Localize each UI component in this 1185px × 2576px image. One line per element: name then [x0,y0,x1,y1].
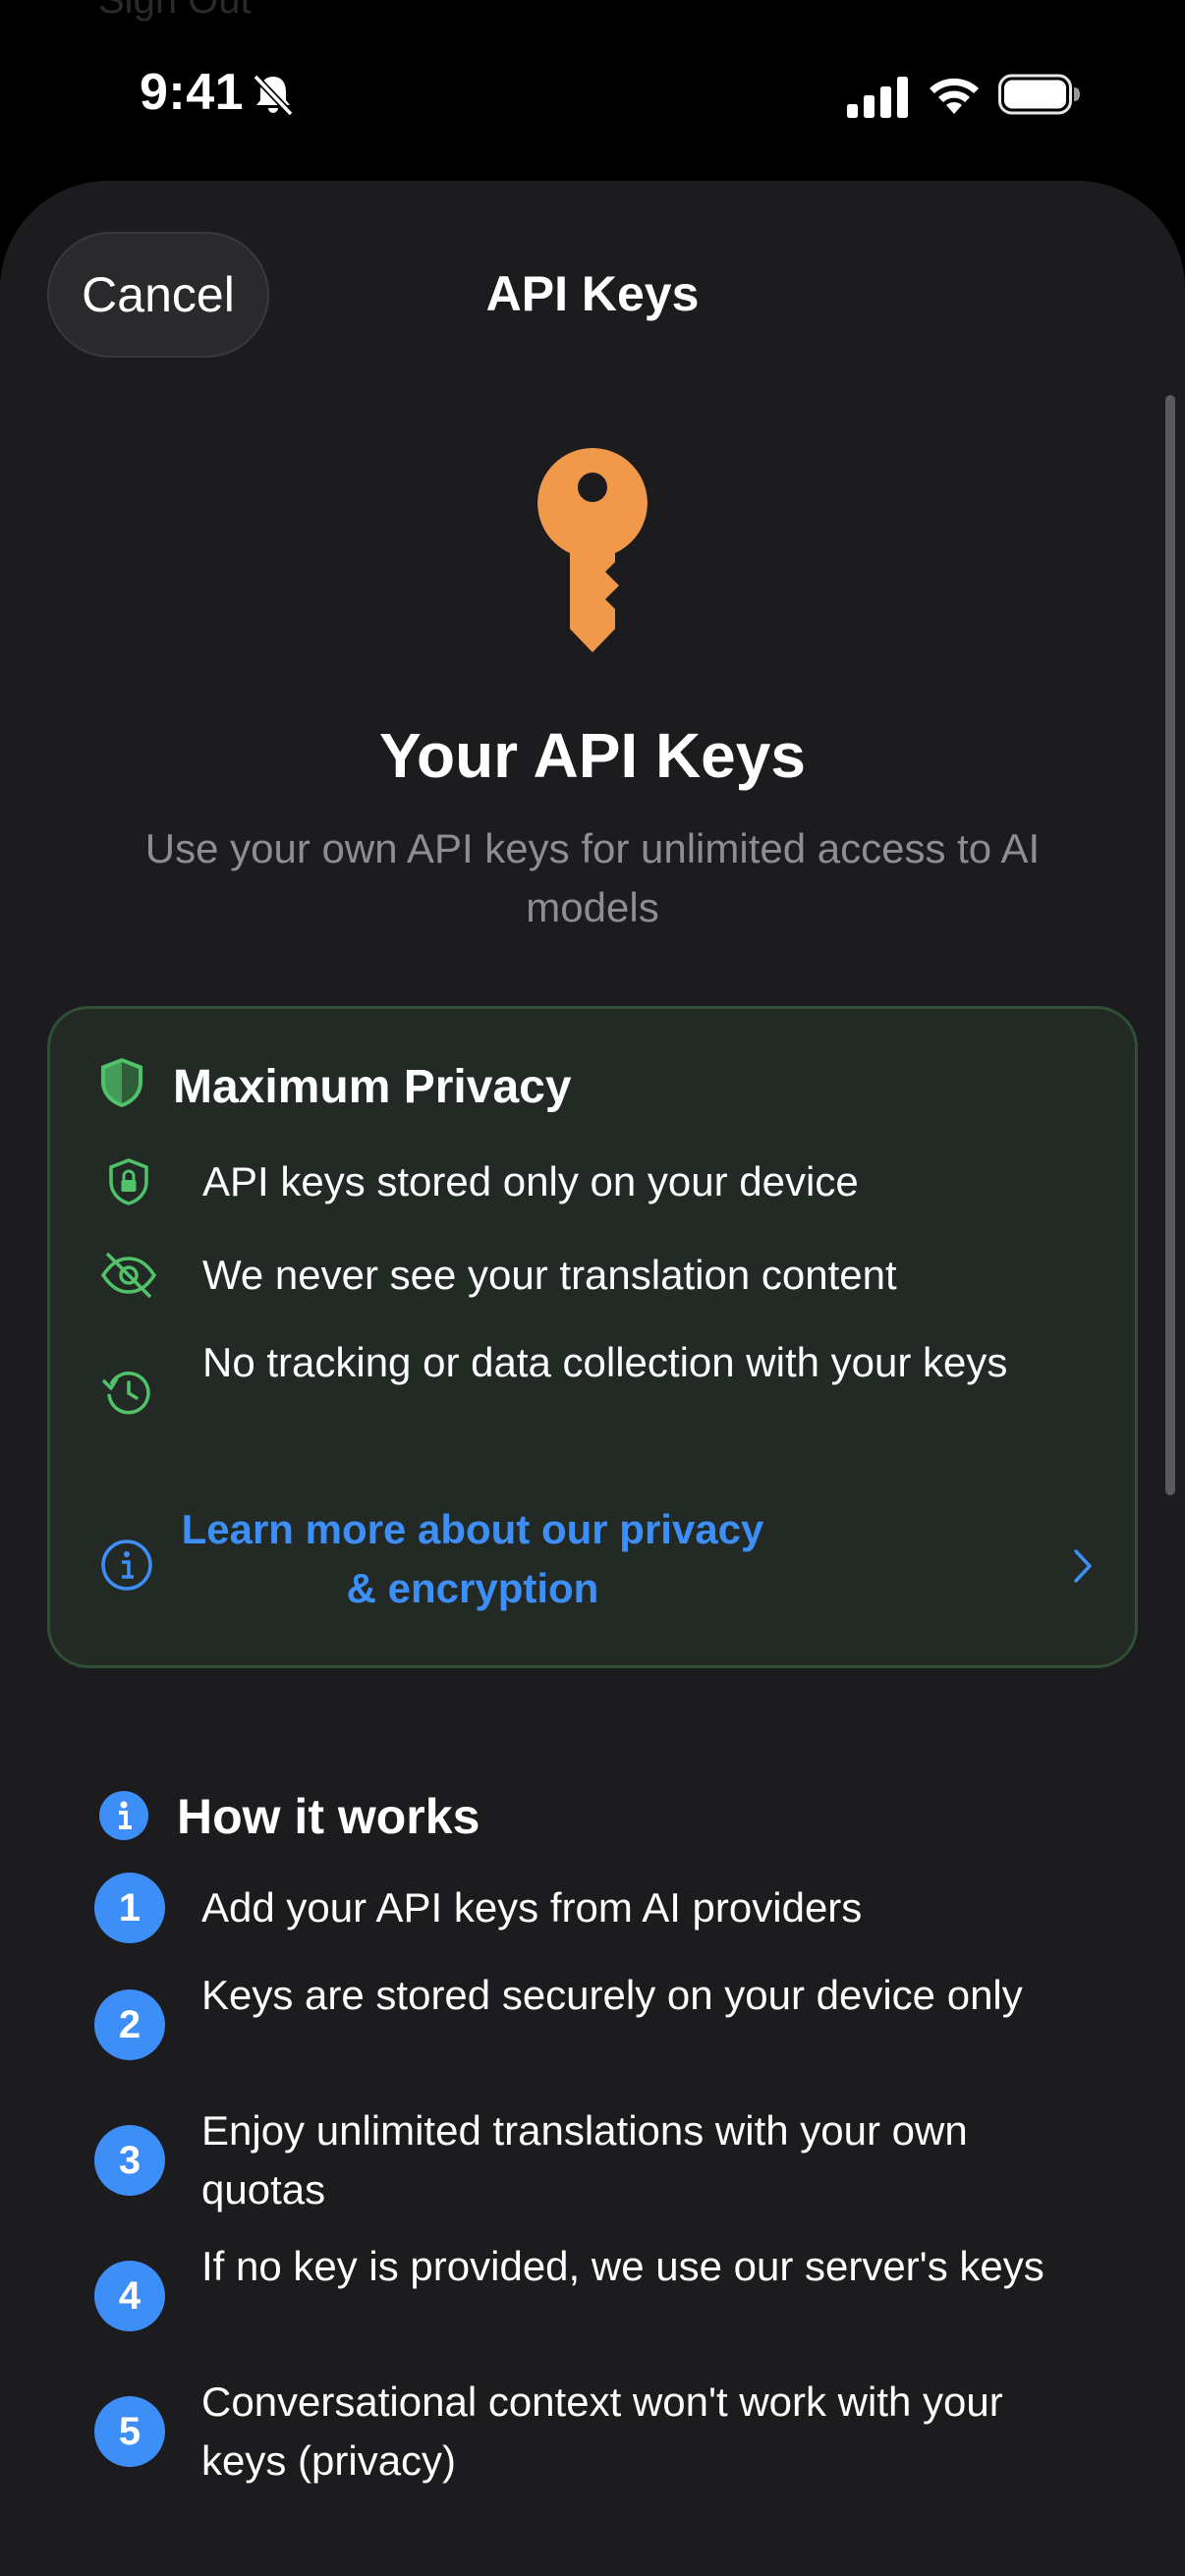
eye-slash-icon [100,1252,157,1299]
step-number-badge: 3 [94,2125,165,2196]
scrollbar[interactable] [1165,395,1175,1495]
how-it-works-title: How it works [177,1789,480,1844]
bell-slash-icon [253,74,294,117]
step-number-badge: 5 [94,2396,165,2467]
battery-icon [998,74,1080,115]
key-icon [537,448,648,652]
hero-subtitle: Use your own API keys for unlimited acce… [144,825,1041,930]
nav-title: API Keys [485,266,700,321]
step-text: Enjoy unlimited translations with your o… [201,2107,968,2212]
privacy-link-text[interactable]: Learn more about our privacy & encryptio… [178,1500,767,1618]
privacy-title: Maximum Privacy [173,1061,572,1113]
privacy-item-text: No tracking or data collection with your… [202,1339,1008,1385]
screen: Sign Out 9:41 Cancel API Keys Your API K… [0,0,1185,2576]
privacy-card: Maximum Privacy API keys stored only on … [47,1006,1138,1668]
step-number-badge: 1 [94,1873,165,1943]
step-number-badge: 2 [94,1989,165,2060]
clock-arrow-icon [101,1372,150,1415]
info-filled-icon [99,1791,148,1840]
privacy-item-text: We never see your translation content [202,1252,897,1298]
lock-shield-icon [109,1158,148,1205]
info-circle-icon [101,1540,152,1591]
step-text: Keys are stored securely on your device … [201,1972,1023,2018]
wifi-icon [930,78,979,114]
privacy-learn-more-link[interactable]: Learn more about our privacy & encryptio… [50,1500,1131,1628]
status-time: 9:41 [140,64,245,121]
shield-half-icon [101,1058,142,1107]
step-text: Conversational context won't work with y… [201,2379,1003,2484]
privacy-item-text: API keys stored only on your device [202,1158,859,1204]
hero-title: Your API Keys [379,720,806,791]
chevron-right-icon [1074,1549,1092,1583]
cellular-signal-icon [847,77,908,118]
step-text: If no key is provided, we use our server… [201,2243,1044,2289]
step-number-badge: 4 [94,2261,165,2331]
api-keys-sheet: Cancel API Keys Your API Keys Use your o… [0,181,1185,2576]
status-bar: 9:41 [0,0,1185,187]
step-text: Add your API keys from AI providers [201,1884,863,1931]
